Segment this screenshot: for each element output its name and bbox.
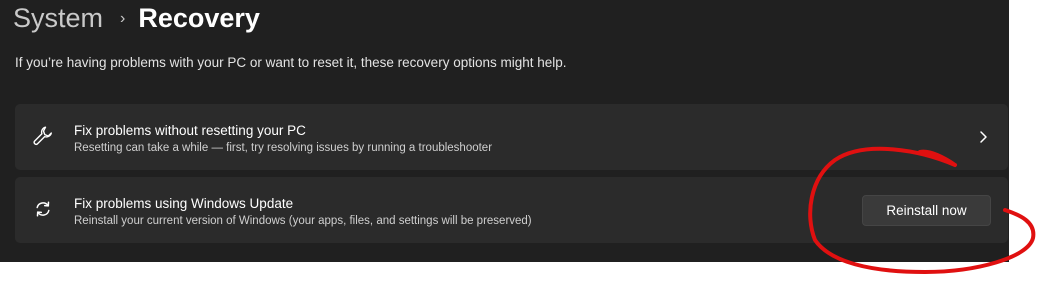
page-description: If you’re having problems with your PC o… — [15, 55, 567, 70]
card-title: Fix problems without resetting your PC — [74, 123, 306, 138]
chevron-right-icon[interactable] — [976, 129, 990, 145]
breadcrumb-system-link[interactable]: System — [13, 3, 103, 34]
card-description: Reinstall your current version of Window… — [74, 215, 532, 227]
breadcrumb-separator: › — [120, 10, 126, 27]
page-title: Recovery — [138, 2, 260, 33]
wrench-icon — [33, 126, 52, 145]
sync-icon — [36, 201, 50, 217]
card-title: Fix problems using Windows Update — [74, 196, 294, 211]
breadcrumb: System › Recovery — [13, 0, 260, 36]
settings-panel: System › Recovery If you’re having probl… — [0, 0, 1009, 262]
reinstall-now-button[interactable]: Reinstall now — [862, 195, 991, 226]
card-description: Resetting can take a while — first, try … — [74, 142, 493, 154]
fix-without-reset-card[interactable]: Fix problems without resetting your PC R… — [15, 104, 1008, 170]
windows-update-repair-card: Fix problems using Windows Update Reinst… — [15, 177, 1008, 243]
